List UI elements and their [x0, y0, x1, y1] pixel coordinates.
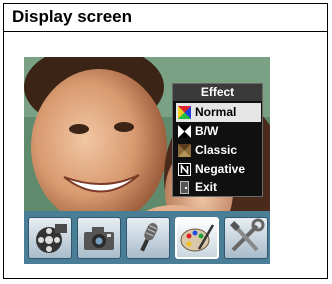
menu-item-normal[interactable]: Normal — [176, 103, 261, 122]
menu-item-classic[interactable]: Classic — [176, 141, 261, 160]
menu-item-bw[interactable]: B/W — [176, 122, 261, 141]
effect-menu-title: Effect — [173, 84, 262, 101]
movie-mode-button[interactable] — [28, 217, 72, 259]
figure-frame: Display screen Effect Normal B/W Classic… — [3, 3, 328, 279]
page-title: Display screen — [12, 7, 133, 26]
effect-palette-icon — [180, 224, 215, 252]
menu-item-label: Negative — [195, 162, 246, 176]
frame-header: Display screen — [4, 4, 327, 32]
menu-item-label: Normal — [195, 105, 237, 119]
exit-icon — [180, 181, 189, 194]
voice-record-icon — [140, 223, 158, 252]
setup-tools-button[interactable] — [224, 217, 268, 259]
classic-effect-icon — [178, 144, 191, 157]
menu-item-label: Classic — [195, 143, 238, 157]
menu-item-exit[interactable]: Exit — [176, 179, 261, 196]
mode-toolbar — [24, 211, 270, 264]
normal-effect-icon — [178, 106, 191, 119]
movie-mode-icon — [36, 224, 67, 253]
bw-effect-icon — [178, 125, 191, 138]
negative-effect-icon — [178, 163, 191, 176]
camera-display-screen: Effect Normal B/W Classic Negative Exit — [24, 57, 270, 264]
camera-mode-button[interactable] — [77, 217, 121, 259]
effect-mode-button[interactable] — [175, 217, 219, 259]
menu-item-negative[interactable]: Negative — [176, 160, 261, 179]
voice-record-button[interactable] — [126, 217, 170, 259]
effect-menu: Effect Normal B/W Classic Negative Exit — [172, 83, 263, 197]
menu-item-label: Exit — [195, 180, 218, 194]
setup-tools-icon — [230, 218, 265, 252]
menu-item-label: B/W — [195, 124, 219, 138]
camera-mode-icon — [84, 227, 114, 250]
